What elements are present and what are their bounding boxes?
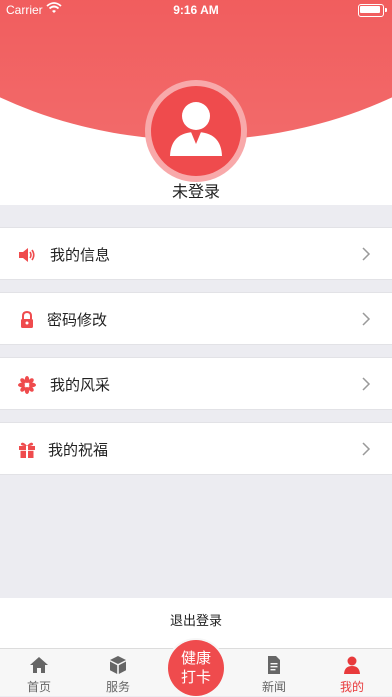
chevron-right-icon (362, 442, 371, 456)
menu-item-label: 我的风采 (50, 376, 111, 394)
menu-item-my-info[interactable]: 我的信息 (0, 227, 392, 280)
login-status[interactable]: 未登录 (0, 178, 392, 202)
tab-news[interactable]: 新闻 (244, 649, 304, 697)
menu-item-change-password[interactable]: 密码修改 (0, 292, 392, 345)
menu-item-my-blessing[interactable]: 我的祝福 (0, 422, 392, 475)
tab-label: 我的 (339, 680, 364, 694)
chevron-right-icon (362, 377, 371, 391)
speaker-icon (19, 248, 35, 262)
chevron-right-icon (362, 247, 371, 261)
menu-item-label: 我的信息 (50, 246, 111, 264)
status-bar: Carrier 9:16 AM (0, 0, 392, 20)
tab-services[interactable]: 服务 (88, 649, 148, 697)
lock-icon (21, 310, 33, 328)
checkin-line1: 健康 (180, 649, 211, 667)
user-silhouette-icon (170, 102, 222, 156)
tab-home[interactable]: 首页 (9, 649, 69, 697)
tab-label: 首页 (26, 680, 51, 694)
tab-label: 服务 (105, 680, 130, 694)
menu-item-label: 我的祝福 (48, 441, 109, 459)
checkin-line2: 打卡 (180, 668, 211, 686)
user-icon (344, 656, 360, 674)
gift-icon (19, 442, 35, 458)
document-icon (268, 656, 280, 674)
home-icon (30, 657, 48, 673)
menu-item-my-style[interactable]: 我的风采 (0, 357, 392, 410)
flower-icon (18, 376, 36, 394)
chevron-right-icon (362, 312, 371, 326)
menu-item-label: 密码修改 (47, 311, 108, 329)
health-checkin-button[interactable]: 健康 打卡 (168, 640, 224, 696)
tab-label: 新闻 (261, 680, 286, 694)
tab-mine[interactable]: 我的 (322, 649, 382, 697)
battery-icon (358, 4, 387, 17)
box-icon (110, 656, 126, 674)
status-time: 9:16 AM (173, 3, 219, 17)
avatar[interactable] (151, 86, 241, 176)
